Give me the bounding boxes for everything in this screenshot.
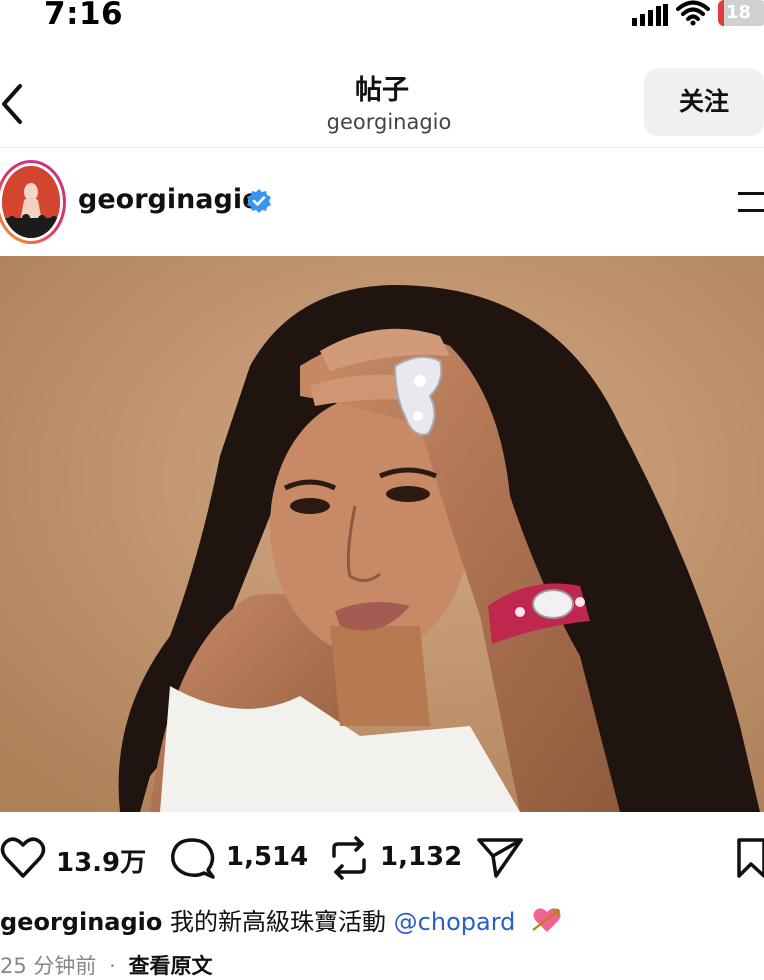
portrait-image xyxy=(0,256,764,812)
heart-arrow-emoji-icon xyxy=(531,904,563,936)
status-time: 7:16 xyxy=(44,0,124,32)
repost-count: 1,132 xyxy=(380,842,463,872)
comment-icon xyxy=(171,838,215,879)
menu-icon[interactable] xyxy=(738,190,764,214)
post-actions: 13.9万 1,514 1,132 xyxy=(0,824,764,894)
battery-icon: 18 xyxy=(718,0,764,26)
post-meta: 25 分钟前 · 查看原文 xyxy=(0,950,212,980)
caption-mention-link[interactable]: @chopard xyxy=(394,908,516,936)
battery-level: 18 xyxy=(726,2,752,23)
send-icon xyxy=(477,838,523,878)
heart-icon xyxy=(0,837,46,878)
verified-badge-icon xyxy=(246,188,272,214)
repost-icon xyxy=(332,836,366,880)
story-ring[interactable] xyxy=(0,160,66,244)
like-count: 13.9万 xyxy=(56,848,147,878)
post-caption: georginagio 我的新高級珠寶活動 @chopard xyxy=(0,902,764,937)
signal-icon xyxy=(632,4,668,30)
follow-button[interactable]: 关注 xyxy=(644,68,764,136)
comment-count: 1,514 xyxy=(226,842,309,872)
caption-username[interactable]: georginagio xyxy=(0,908,162,936)
bookmark-icon xyxy=(737,838,764,878)
caption-text: 我的新高級珠寶活動 xyxy=(170,908,387,936)
post-username[interactable]: georginagio xyxy=(78,184,261,215)
status-bar: 7:16 18 xyxy=(0,0,764,40)
avatar xyxy=(0,163,63,241)
battery-low-indicator xyxy=(718,0,724,26)
post-time: 25 分钟前 xyxy=(0,954,97,978)
avatar-image xyxy=(2,166,60,238)
see-original-link[interactable]: 查看原文 xyxy=(128,954,212,978)
wifi-icon xyxy=(676,0,710,30)
meta-separator: · xyxy=(109,954,116,978)
post-header: georginagio xyxy=(0,150,764,254)
nav-bar: 帖子 georginagio 关注 xyxy=(0,60,764,148)
post-photo[interactable] xyxy=(0,256,764,812)
